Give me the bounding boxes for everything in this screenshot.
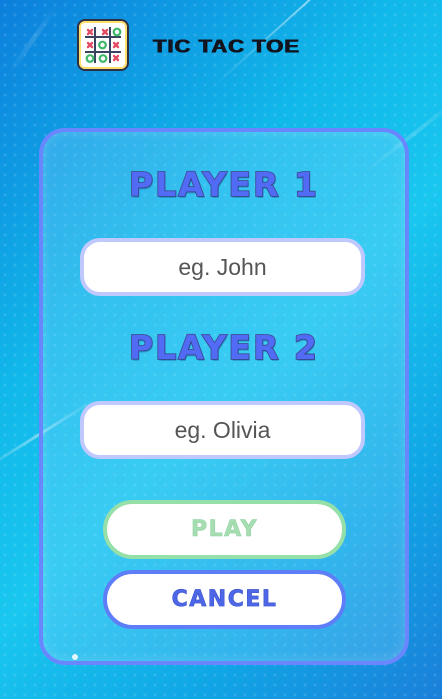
- cancel-button[interactable]: CANCEL: [103, 570, 346, 629]
- app-header: TIC TAC TOE: [77, 19, 367, 71]
- background-streak: [7, 5, 58, 74]
- player-setup-panel: PLAYER 1 PLAYER 2 PLAY CANCEL: [39, 128, 409, 665]
- tic-tac-toe-board-icon: [77, 19, 129, 71]
- player-1-name-input[interactable]: [80, 238, 365, 296]
- player-2-label: PLAYER 2: [128, 327, 319, 368]
- player-1-label: PLAYER 1: [128, 164, 319, 205]
- player-2-name-input[interactable]: [80, 401, 365, 459]
- app-title: TIC TAC TOE: [153, 36, 301, 57]
- decorative-dot: [72, 654, 78, 660]
- play-button[interactable]: PLAY: [103, 500, 346, 559]
